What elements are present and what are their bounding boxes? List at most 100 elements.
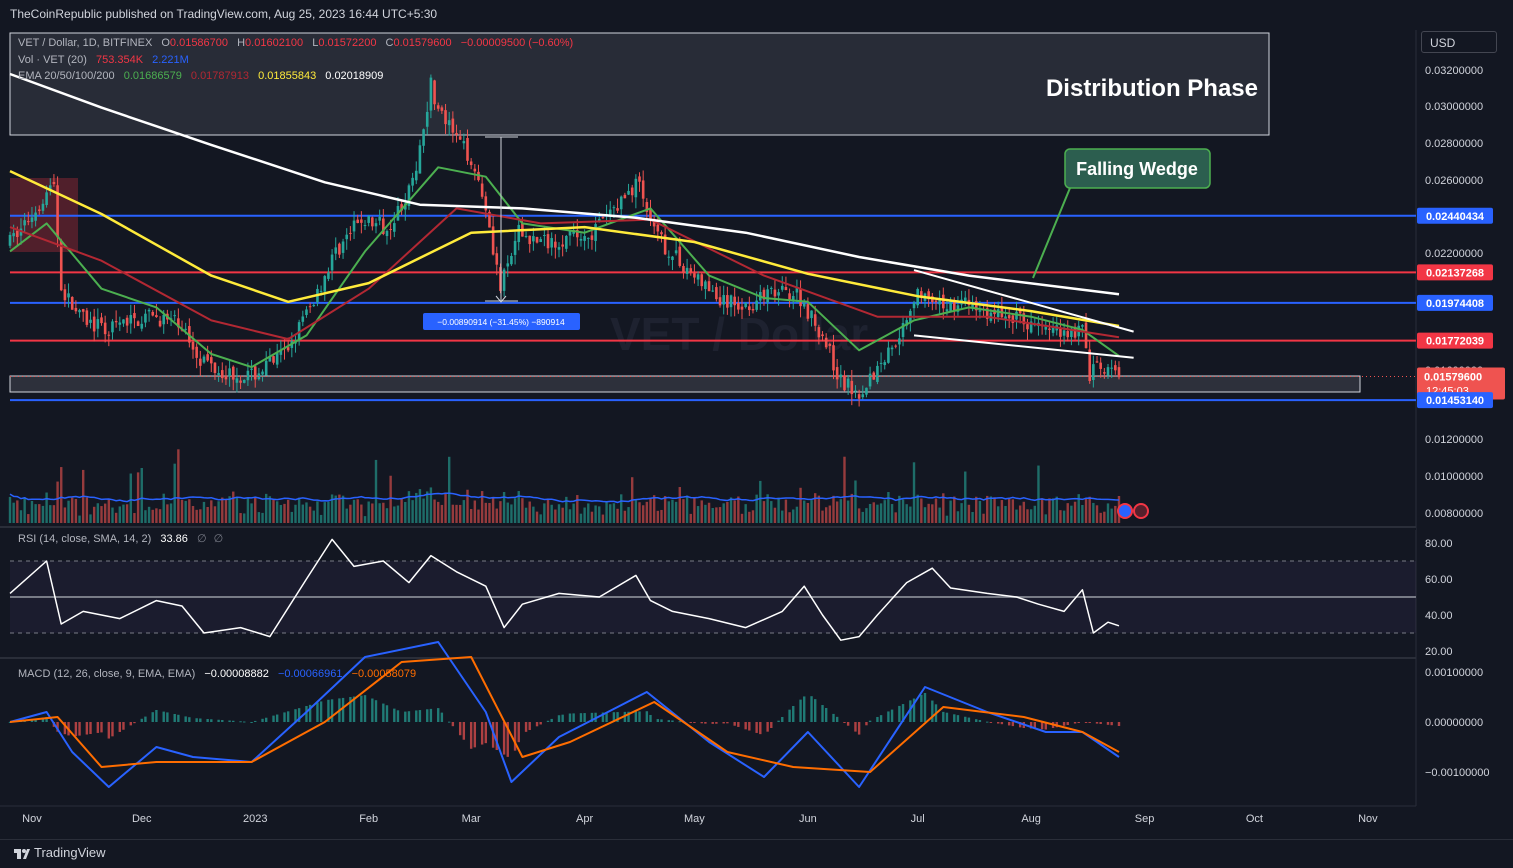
volume-bar <box>341 495 345 523</box>
macd-histogram-bar <box>638 711 641 722</box>
volume-bar <box>92 506 96 523</box>
candle-body <box>191 341 195 350</box>
level-tag-text: 0.01772039 <box>1426 336 1484 348</box>
volume-bar <box>993 497 996 523</box>
footer-brand[interactable]: TradingView <box>34 845 106 860</box>
candle-body <box>1081 325 1084 327</box>
candle-body <box>242 379 246 383</box>
candle-body <box>638 176 641 182</box>
volume-bar <box>953 496 956 523</box>
svg-text:VET / Dollar, 1D, BITFINEX: VET / Dollar, 1D, BITFINEX O0.01586700 H… <box>18 37 573 49</box>
volume-bar <box>612 503 616 523</box>
volume-bar <box>422 498 425 523</box>
candle-body <box>118 322 122 325</box>
candle-body <box>67 293 70 298</box>
volume-bar <box>934 498 938 523</box>
candle-body <box>436 105 440 109</box>
candle-body <box>210 357 213 364</box>
macd-histogram-bar <box>188 717 191 722</box>
volume-bar <box>938 507 941 523</box>
volume-bar <box>319 514 323 523</box>
candle-body <box>554 241 557 248</box>
candle-body <box>854 390 857 392</box>
volume-bar <box>663 496 667 523</box>
volume-bar <box>305 502 308 523</box>
volume-bar <box>1103 511 1106 523</box>
volume-bar <box>188 499 191 523</box>
macd-histogram-bar <box>319 701 323 722</box>
volume-bar <box>909 506 912 523</box>
candle-body <box>590 235 594 240</box>
candle-body <box>678 246 682 266</box>
macd-pane[interactable]: 0.00100000 0.00000000 −0.00100000 <box>8 641 1490 788</box>
us-event-flag-icon[interactable] <box>1117 503 1133 519</box>
volume-bar <box>824 507 828 523</box>
candle-body <box>239 380 242 383</box>
candle-body <box>1026 324 1029 330</box>
macd-histogram-bar <box>283 712 286 722</box>
volume-bar <box>275 501 279 523</box>
time-axis[interactable]: Nov Dec 2023 Feb Mar Apr May Jun Jul Aug Sep Oct Nov <box>0 805 1416 825</box>
macd-histogram-bar <box>700 722 703 724</box>
volume-bar <box>835 501 839 523</box>
volume-bar <box>857 508 861 523</box>
candle-body <box>374 223 378 227</box>
volume-bar <box>744 504 747 523</box>
candle-body <box>773 289 777 297</box>
volume-bar <box>1106 503 1110 523</box>
volume-bar <box>524 507 528 523</box>
volume-bar <box>521 498 524 523</box>
chart-canvas: VET / Dollar Distribution Phase −0.00890… <box>0 30 1505 825</box>
volume-bar <box>726 502 729 523</box>
candle-body <box>264 360 268 376</box>
currency-selector[interactable]: USD <box>1421 31 1497 53</box>
volume-bar <box>155 508 158 523</box>
support-zone-box[interactable] <box>9 375 1361 393</box>
candle-body <box>894 345 898 347</box>
candle-body <box>996 309 1000 318</box>
volume-bar <box>103 503 107 523</box>
volume-bar <box>729 497 733 523</box>
candle-body <box>824 337 828 348</box>
candle-body <box>898 338 901 345</box>
legend-ema20: 0.01686579 <box>124 70 182 82</box>
volume-bar <box>462 500 466 523</box>
volume-bar <box>997 506 1000 523</box>
volume-bar <box>1110 508 1113 523</box>
candle-body <box>89 319 92 323</box>
volume-bar <box>1099 512 1102 523</box>
legend-ema-label: EMA 20/50/100/200 <box>18 70 115 82</box>
volume-bar <box>477 509 480 523</box>
candle-body <box>411 177 414 186</box>
volume-bar <box>861 511 864 523</box>
macd-histogram-bar <box>484 722 487 744</box>
macd-histogram-bar <box>887 711 890 722</box>
us-event-flag-icon[interactable] <box>1133 503 1149 519</box>
macd-histogram-bar <box>1011 722 1015 727</box>
volume-bar <box>206 506 209 523</box>
macd-histogram-bar <box>726 722 729 724</box>
volume-bar <box>232 491 235 523</box>
tradingview-logo-icon[interactable] <box>14 846 30 862</box>
candle-body <box>832 345 835 371</box>
volume-bar <box>601 514 605 523</box>
volume-bar <box>283 503 286 523</box>
volume-bar <box>1040 498 1044 523</box>
candle-body <box>275 353 279 365</box>
time-tick: May <box>684 813 705 825</box>
candle-body <box>1048 328 1051 330</box>
macd-histogram-bar <box>480 722 484 745</box>
measure-label: −0.00890914 (−31.45%) −890914 <box>437 317 565 327</box>
candle-body <box>506 263 510 267</box>
macd-histogram-bar <box>1095 722 1099 724</box>
volume-bar <box>927 503 930 523</box>
volume-bar <box>60 467 63 523</box>
candle-body <box>601 217 605 219</box>
candle-body <box>876 365 879 382</box>
volume-bar <box>385 508 389 523</box>
volume-bar <box>890 504 894 523</box>
macd-histogram-bar <box>393 708 396 722</box>
macd-histogram-bar <box>129 722 132 726</box>
macd-histogram-bar <box>997 722 1000 724</box>
macd-histogram-bar <box>557 715 561 722</box>
